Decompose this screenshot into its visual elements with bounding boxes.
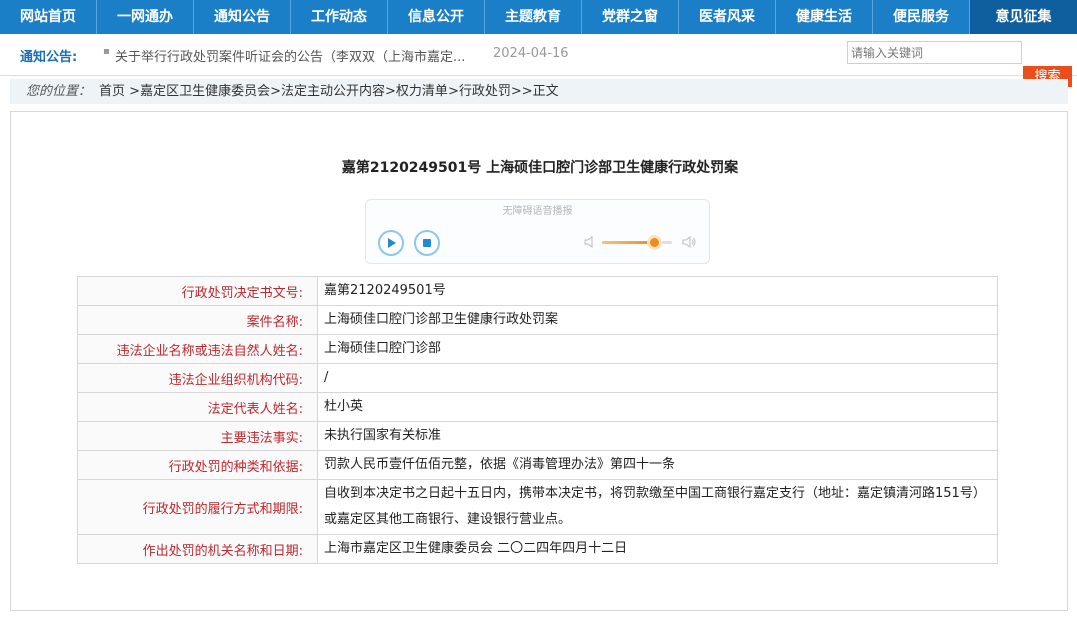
row-label: 主要违法事实: — [77, 421, 318, 451]
penalty-info-table: 行政处罚决定书文号: 嘉第2120249501号 案件名称: 上海硕佳口腔门诊部… — [77, 276, 998, 564]
nav-item-healthy-living[interactable]: 健康生活 — [776, 0, 873, 34]
volume-fill — [602, 241, 655, 244]
bullet-icon: ▪ — [103, 46, 110, 57]
breadcrumb-separator: > — [447, 84, 459, 99]
breadcrumb-separator: >> — [510, 84, 533, 99]
row-value: 未执行国家有关标准 — [317, 421, 998, 451]
row-value: 嘉第2120249501号 — [317, 276, 998, 306]
breadcrumb: 您的位置： 首页 >嘉定区卫生健康委员会>法定主动公开内容>权力清单>行政处罚>>… — [10, 79, 1068, 104]
nav-item-one-stop[interactable]: 一网通办 — [97, 0, 194, 34]
row-value: 上海市嘉定区卫生健康委员会 二〇二四年四月十二日 — [317, 534, 998, 564]
row-value: 罚款人民币壹仟伍佰元整，依据《消毒管理办法》第四十一条 — [317, 450, 998, 480]
nav-item-home[interactable]: 网站首页 — [0, 0, 97, 34]
nav-item-doctor-profiles[interactable]: 医者风采 — [679, 0, 776, 34]
play-icon[interactable] — [378, 230, 404, 256]
row-label: 行政处罚的种类和依据: — [77, 450, 318, 480]
notice-link[interactable]: 关于举行行政处罚案件听证会的公告（李双双（上海市嘉定... — [115, 46, 485, 65]
breadcrumb-separator: > — [129, 84, 141, 99]
nav-item-feedback[interactable]: 意见征集 — [970, 0, 1077, 34]
volume-low-icon — [584, 236, 593, 248]
volume-high-icon — [682, 236, 696, 248]
content-panel: 嘉第2120249501号 上海硕佳口腔门诊部卫生健康行政处罚案 无障碍语音播报… — [10, 111, 1068, 611]
breadcrumb-disclosure[interactable]: 法定主动公开内容 — [281, 84, 385, 99]
nav-item-notices[interactable]: 通知公告 — [194, 0, 291, 34]
audio-player: 无障碍语音播报 — [365, 199, 710, 264]
stop-icon[interactable] — [414, 230, 440, 256]
main-nav: 网站首页 一网通办 通知公告 工作动态 信息公开 主题教育 党群之窗 医者风采 … — [0, 0, 1077, 34]
notice-date: 2024-04-16 — [493, 46, 569, 61]
nav-item-info-disclosure[interactable]: 信息公开 — [388, 0, 485, 34]
search-input[interactable] — [847, 41, 1022, 64]
volume-knob[interactable] — [650, 238, 659, 247]
breadcrumb-power-list[interactable]: 权力清单 — [396, 84, 448, 99]
row-label: 违法企业名称或违法自然人姓名: — [77, 334, 318, 364]
row-value: 上海硕佳口腔门诊部 — [317, 334, 998, 364]
notice-label: 通知公告: — [20, 50, 78, 65]
breadcrumb-current: 正文 — [532, 84, 559, 99]
breadcrumb-separator: > — [270, 84, 281, 99]
table-row: 案件名称: 上海硕佳口腔门诊部卫生健康行政处罚案 — [77, 305, 998, 335]
table-row: 行政处罚的种类和依据: 罚款人民币壹仟伍佰元整，依据《消毒管理办法》第四十一条 — [77, 450, 998, 480]
row-label: 行政处罚决定书文号: — [77, 276, 318, 306]
nav-item-party-window[interactable]: 党群之窗 — [582, 0, 679, 34]
breadcrumb-home[interactable]: 首页 — [99, 84, 125, 99]
row-value: / — [317, 363, 998, 393]
player-caption: 无障碍语音播报 — [502, 206, 573, 217]
row-value: 杜小英 — [317, 392, 998, 422]
volume-slider[interactable] — [602, 238, 672, 247]
nav-item-work-news[interactable]: 工作动态 — [291, 0, 388, 34]
row-label: 行政处罚的履行方式和期限: — [77, 479, 318, 535]
row-value: 自收到本决定书之日起十五日内，携带本决定书，将罚款缴至中国工商银行嘉定支行（地址… — [317, 479, 998, 535]
table-row: 主要违法事实: 未执行国家有关标准 — [77, 421, 998, 451]
table-row: 行政处罚的履行方式和期限: 自收到本决定书之日起十五日内，携带本决定书，将罚款缴… — [77, 479, 998, 535]
breadcrumb-separator: > — [385, 84, 396, 99]
breadcrumb-prefix: 您的位置： — [26, 84, 92, 99]
row-label: 违法企业组织机构代码: — [77, 363, 318, 393]
table-row: 作出处罚的机关名称和日期: 上海市嘉定区卫生健康委员会 二〇二四年四月十二日 — [77, 534, 998, 564]
breadcrumb-penalty[interactable]: 行政处罚 — [459, 84, 511, 99]
table-row: 违法企业组织机构代码: / — [77, 363, 998, 393]
table-row: 法定代表人姓名: 杜小英 — [77, 392, 998, 422]
row-label: 作出处罚的机关名称和日期: — [77, 534, 318, 564]
row-label: 法定代表人姓名: — [77, 392, 318, 422]
row-value: 上海硕佳口腔门诊部卫生健康行政处罚案 — [317, 305, 998, 335]
nav-item-theme-education[interactable]: 主题教育 — [485, 0, 582, 34]
table-row: 行政处罚决定书文号: 嘉第2120249501号 — [77, 276, 998, 306]
page-title: 嘉第2120249501号 上海硕佳口腔门诊部卫生健康行政处罚案 — [341, 160, 739, 176]
nav-item-public-services[interactable]: 便民服务 — [873, 0, 970, 34]
row-label: 案件名称: — [77, 305, 318, 335]
table-row: 违法企业名称或违法自然人姓名: 上海硕佳口腔门诊部 — [77, 334, 998, 364]
breadcrumb-commission[interactable]: 嘉定区卫生健康委员会 — [140, 84, 270, 99]
